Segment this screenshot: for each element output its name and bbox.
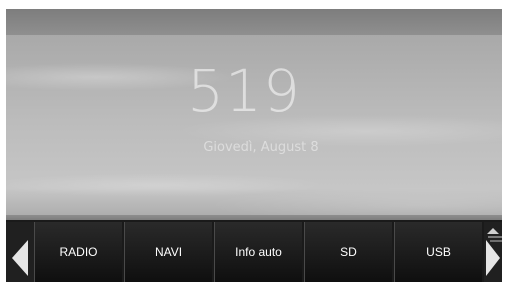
dock-item-usb[interactable]: USB <box>394 222 482 282</box>
clock-time: 519 <box>187 57 301 125</box>
dock-item-label: NAVI <box>154 245 183 259</box>
dock-item-label: SD <box>340 245 357 259</box>
dock-item-info-auto[interactable]: Info auto <box>214 222 302 282</box>
dock-item-radio[interactable]: RADIO <box>34 222 122 282</box>
dock-item-sd[interactable]: SD <box>304 222 392 282</box>
chevron-left-icon <box>12 240 28 276</box>
dock-item-label: Info auto <box>235 245 282 259</box>
dock-item-navi[interactable]: NAVI <box>124 222 212 282</box>
dock-item-label: USB <box>426 245 451 259</box>
clock-date: Giovedì, August 8 <box>203 140 319 155</box>
home-screen: 519 Giovedì, August 8 RADIO NAVI Info au… <box>6 9 502 282</box>
dock-prev-button[interactable] <box>6 222 34 282</box>
drag-handle-icon[interactable] <box>486 229 502 257</box>
app-dock: RADIO NAVI Info auto SD USB <box>6 220 502 282</box>
dock-item-label: RADIO <box>59 245 98 259</box>
status-bar <box>6 9 502 35</box>
